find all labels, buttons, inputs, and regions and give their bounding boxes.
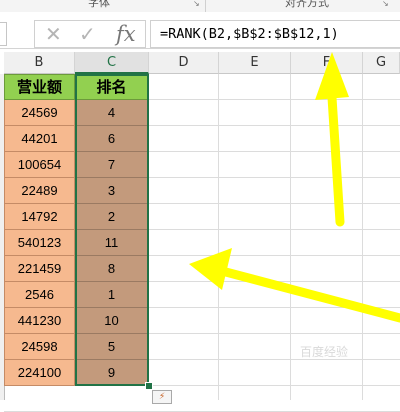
gridline <box>290 74 291 400</box>
formula-text: =RANK(B2,$B$2:$B$12,1) <box>160 26 339 42</box>
cancel-icon[interactable]: ✕ <box>45 22 62 46</box>
rank-cell[interactable]: 1 <box>75 282 149 308</box>
watermark: 百度经验 <box>300 345 349 359</box>
alignment-dialog-launcher-icon[interactable]: ↘ <box>382 0 390 8</box>
rank-cell[interactable]: 3 <box>75 178 149 204</box>
rank-cell[interactable]: 10 <box>75 308 149 334</box>
arrow-to-formula <box>315 52 349 227</box>
revenue-cell[interactable]: 24569 <box>4 100 75 126</box>
font-dialog-launcher-icon[interactable]: ↘ <box>193 0 201 8</box>
revenue-cell[interactable]: 224100 <box>4 360 75 386</box>
revenue-cell[interactable]: 14792 <box>4 204 75 230</box>
column-header-b[interactable]: B <box>4 52 75 74</box>
check-icon[interactable]: ✓ <box>79 22 96 46</box>
revenue-cell[interactable]: 2546 <box>4 282 75 308</box>
cell-b1-header[interactable]: 营业额 <box>4 74 75 100</box>
revenue-cell[interactable]: 44201 <box>4 126 75 152</box>
cell-c1-header[interactable]: 排名 <box>75 74 149 100</box>
rank-cell[interactable]: 11 <box>75 230 149 256</box>
column-header-c[interactable]: C <box>75 52 149 74</box>
rank-cell[interactable]: 2 <box>75 204 149 230</box>
formula-bar: ✕ ✓ fx =RANK(B2,$B$2:$B$12,1) <box>0 12 400 49</box>
fill-handle[interactable] <box>145 382 153 390</box>
ribbon-separator <box>205 0 206 12</box>
insert-function-button[interactable]: fx <box>116 21 136 47</box>
name-box[interactable] <box>0 22 7 46</box>
rank-cell[interactable]: 4 <box>75 100 149 126</box>
quick-analysis-icon[interactable]: ⚡ <box>152 390 172 404</box>
revenue-cell[interactable]: 540123 <box>4 230 75 256</box>
rank-cell[interactable]: 9 <box>75 360 149 386</box>
rank-cell[interactable]: 6 <box>75 126 149 152</box>
revenue-cell[interactable]: 22489 <box>4 178 75 204</box>
gridline <box>218 74 219 400</box>
revenue-cell[interactable]: 24598 <box>4 334 75 360</box>
rank-cell[interactable]: 5 <box>75 334 149 360</box>
column-header-g[interactable]: G <box>363 52 400 74</box>
ribbon-group-font-label: 字体 <box>88 0 110 9</box>
rank-cell[interactable]: 7 <box>75 152 149 178</box>
column-header-e[interactable]: E <box>219 52 291 74</box>
column-header-f[interactable]: F <box>291 52 363 74</box>
formula-bar-buttons: ✕ ✓ fx <box>34 20 146 48</box>
rank-cell[interactable]: 8 <box>75 256 149 282</box>
ribbon-group-alignment-label: 对齐方式 <box>285 0 329 9</box>
revenue-cell[interactable]: 441230 <box>4 308 75 334</box>
revenue-cell[interactable]: 100654 <box>4 152 75 178</box>
column-header-d[interactable]: D <box>149 52 219 74</box>
formula-input[interactable]: =RANK(B2,$B$2:$B$12,1) <box>150 20 400 48</box>
revenue-cell[interactable]: 221459 <box>4 256 75 282</box>
gridline <box>362 74 363 400</box>
